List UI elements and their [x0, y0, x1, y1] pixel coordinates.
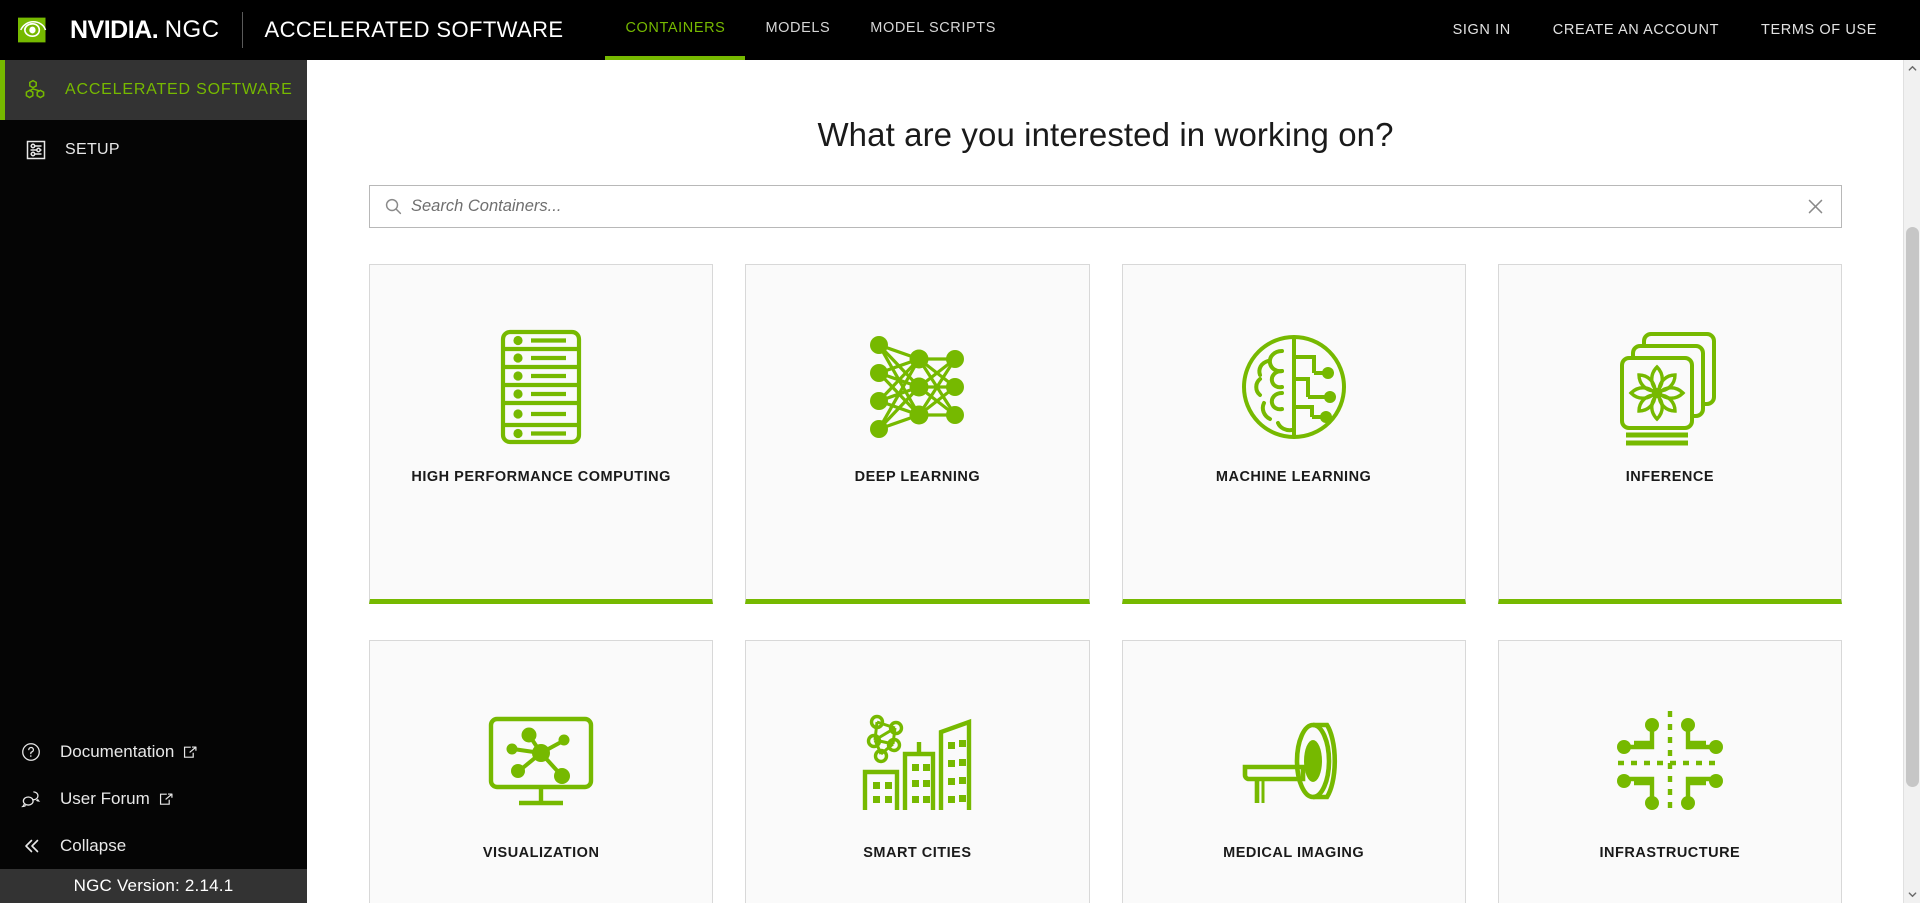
page-title: What are you interested in working on? — [817, 116, 1394, 153]
nvidia-ngc-brand[interactable]: NVIDIA . NGC — [0, 0, 220, 60]
category-card-grid: HIGH PERFORMANCE COMPUTING DEEP LEARNING… — [369, 264, 1842, 903]
sidebar-secondary-nav: Documentation User Forum Collapse NGC Ve… — [0, 728, 307, 903]
brand-name: NVIDIA — [70, 15, 152, 44]
sidebar-link-documentation-label: Documentation — [60, 741, 175, 761]
card-label: MACHINE LEARNING — [1215, 469, 1372, 485]
tab-models[interactable]: MODELS — [745, 0, 850, 60]
scrollbar-track[interactable] — [1904, 77, 1920, 886]
sidebar-link-collapse-label: Collapse — [60, 835, 127, 855]
card-label: DEEP LEARNING — [854, 469, 981, 485]
mri-scanner-icon — [1235, 703, 1353, 823]
app-title: ACCELERATED SOFTWARE — [264, 17, 564, 42]
card-high-performance-computing[interactable]: HIGH PERFORMANCE COMPUTING — [369, 264, 714, 604]
external-link-icon — [182, 744, 198, 760]
server-rack-icon — [498, 327, 584, 447]
brain-circuit-icon — [1238, 327, 1350, 447]
cubes-icon — [23, 77, 49, 103]
sidebar-link-collapse[interactable]: Collapse — [0, 822, 307, 869]
scroll-up-arrow-icon[interactable] — [1903, 60, 1920, 77]
top-header-bar: NVIDIA . NGC ACCELERATED SOFTWARE CONTAI… — [0, 0, 1920, 60]
brand-ngc: NGC — [164, 16, 220, 43]
tab-containers[interactable]: CONTAINERS — [605, 0, 746, 60]
card-infrastructure[interactable]: INFRASTRUCTURE — [1497, 640, 1842, 903]
main-navigation: CONTAINERS MODELS MODEL SCRIPTS — [605, 0, 1016, 60]
card-label: VISUALIZATION — [482, 845, 600, 861]
sidebar-item-accelerated-software-label: ACCELERATED SOFTWARE — [65, 81, 293, 98]
sliders-icon — [23, 137, 49, 163]
sidebar-primary-nav: ACCELERATED SOFTWARE SETUP — [0, 60, 307, 180]
sign-in-link[interactable]: SIGN IN — [1432, 22, 1532, 38]
sidebar-link-user-forum[interactable]: User Forum — [0, 775, 307, 822]
chat-bubbles-icon — [18, 786, 44, 812]
double-chevron-left-icon — [18, 833, 44, 859]
circuit-cross-icon — [1616, 703, 1724, 823]
card-label: INFERENCE — [1625, 469, 1715, 485]
brand-divider — [241, 12, 243, 48]
card-medical-imaging[interactable]: MEDICAL IMAGING — [1121, 640, 1466, 903]
tab-containers-label: CONTAINERS — [625, 20, 726, 36]
card-smart-cities[interactable]: SMART CITIES — [745, 640, 1090, 903]
question-circle-icon — [18, 739, 44, 765]
main-content-inner: What are you interested in working on? S… — [307, 60, 1920, 903]
page-body: ACCELERATED SOFTWARE SETUP Documentation… — [0, 60, 1920, 903]
sidebar-item-setup-label: SETUP — [65, 141, 120, 158]
main-content: What are you interested in working on? S… — [307, 60, 1920, 903]
tab-models-label: MODELS — [765, 20, 831, 36]
scroll-down-arrow-icon[interactable] — [1903, 886, 1920, 903]
stacked-images-flower-icon — [1614, 327, 1726, 447]
clear-search-icon[interactable] — [1802, 195, 1829, 218]
card-label: INFRASTRUCTURE — [1599, 845, 1741, 861]
search-container[interactable] — [369, 185, 1842, 228]
search-input[interactable] — [411, 197, 1802, 216]
left-sidebar: ACCELERATED SOFTWARE SETUP Documentation… — [0, 60, 307, 903]
sidebar-item-accelerated-software[interactable]: ACCELERATED SOFTWARE — [0, 60, 307, 120]
ngc-version-label: NGC Version: 2.14.1 — [0, 869, 307, 903]
header-account-links: SIGN IN CREATE AN ACCOUNT TERMS OF USE — [1432, 0, 1920, 60]
sidebar-link-documentation[interactable]: Documentation — [0, 728, 307, 775]
card-label: HIGH PERFORMANCE COMPUTING — [411, 469, 671, 485]
search-row — [369, 185, 1842, 228]
neural-network-icon — [863, 327, 971, 447]
card-visualization[interactable]: VISUALIZATION — [369, 640, 714, 903]
sidebar-link-user-forum-label: User Forum — [60, 788, 150, 808]
brand-dot: . — [151, 15, 159, 44]
search-icon — [384, 197, 403, 216]
city-skyline-icon — [859, 703, 975, 823]
nvidia-logo-icon — [18, 17, 47, 43]
scrollbar-thumb[interactable] — [1905, 227, 1919, 787]
card-label: SMART CITIES — [863, 845, 972, 861]
external-link-icon — [158, 791, 174, 807]
monitor-graph-icon — [485, 703, 597, 823]
card-deep-learning[interactable]: DEEP LEARNING — [745, 264, 1090, 604]
card-label: MEDICAL IMAGING — [1223, 845, 1365, 861]
card-inference[interactable]: INFERENCE — [1497, 264, 1842, 604]
main-scrollbar[interactable] — [1903, 60, 1920, 903]
card-machine-learning[interactable]: MACHINE LEARNING — [1121, 264, 1466, 604]
tab-model-scripts-label: MODEL SCRIPTS — [870, 20, 996, 36]
sidebar-item-setup[interactable]: SETUP — [0, 120, 307, 180]
tab-model-scripts[interactable]: MODEL SCRIPTS — [850, 0, 1016, 60]
create-account-link[interactable]: CREATE AN ACCOUNT — [1532, 22, 1740, 38]
terms-of-use-link[interactable]: TERMS OF USE — [1740, 22, 1898, 38]
